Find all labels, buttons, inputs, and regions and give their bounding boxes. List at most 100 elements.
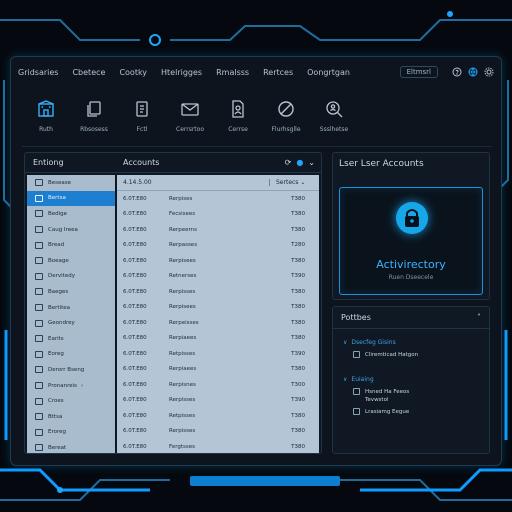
tool-search-user[interactable]: Ssslhetse [310,92,358,133]
folder-icon [35,272,43,280]
folder-icon [35,428,43,436]
chevron-up-icon[interactable]: ˄ [477,313,481,322]
user-chip[interactable]: Eltmsrl [399,66,438,78]
menu-item-7[interactable]: Oongrtgan [307,68,350,77]
browser-header: Entiong Accounts ⟳ ● ⌄ [25,153,321,173]
tree-item[interactable]: Bread [27,237,115,253]
column-date[interactable]: 4.14.5.00 [117,179,163,186]
tree-item-label: Eoreg [48,351,64,358]
tree-item[interactable]: Eoreg [27,347,115,363]
tree-item[interactable]: Earits [27,331,115,347]
menu-item-3[interactable]: Cootky [119,68,147,77]
help-icon[interactable] [452,67,462,77]
globe-icon[interactable] [468,67,478,77]
table-row[interactable]: 6.0T.E80 Rerpeerns T380 [117,222,319,238]
section-title[interactable]: ∨ Euiaing [343,376,479,383]
property-item[interactable]: Cliremticad Hatgon [343,351,479,358]
properties-section-2: ∨ Euiaing Hsned Ha Feeos Tevwstol Lrasiam… [333,376,489,415]
cell-code: T380 [291,226,305,233]
cell-date: 6.0T.E80 [123,412,147,419]
property-item[interactable]: Lrasiamg Eegue [343,408,479,415]
tree-item[interactable]: Bereat [27,440,115,453]
table-row[interactable]: 6.0T.E80 Rerpiaees T380 [117,362,319,378]
tool-block[interactable]: Flurhsglle [262,92,310,133]
tree-item[interactable]: Besease [27,175,115,191]
menu-item-1[interactable]: Gridsaries [18,68,58,77]
tool-document[interactable]: Fctl [118,92,166,133]
tree-item-label: Croes [48,398,64,405]
tree-item[interactable]: Derorr Bseng [27,362,115,378]
tree-item[interactable]: Geondrey [27,315,115,331]
tree-item[interactable]: Caug Ireea [27,222,115,238]
cell-date: 6.0T.E80 [123,381,147,388]
document-icon [131,98,153,120]
tree-item-label: Bedige [48,210,68,217]
table-row[interactable]: 6.0T.E80 Rerpeisses T380 [117,315,319,331]
menu-item-4[interactable]: Htelrigges [161,68,202,77]
cell-code: T380 [291,211,305,218]
table-row[interactable]: 6.0T.E80 Fecsisees T380 [117,207,319,223]
tree-item[interactable]: Bttsa [27,409,115,425]
table-row[interactable]: 6.0T.E80 Rerpisees T380 [117,300,319,316]
tool-mail[interactable]: Cerrsrtoo [166,92,214,133]
table-row[interactable]: 6.0T.E80 Rerpiaees T380 [117,331,319,347]
active-directory-card[interactable]: Activirectory Ruen Dseecele [339,187,483,295]
table-row[interactable]: 6.0T.E80 Rerpisees T380 [117,253,319,269]
chevron-down-icon[interactable]: ⌄ [308,158,315,167]
tree-item-label: Boeage [48,257,69,264]
section-title[interactable]: ∨ Dsecfeg Gisins [343,339,479,346]
cell-code: T380 [291,428,305,435]
table-row[interactable]: 6.0T.E80 Retpisses T380 [117,408,319,424]
search-user-icon [323,98,345,120]
card-subtitle: Ruen Dseecele [388,274,434,281]
table-row[interactable]: 6.0T.E80 Retpisses T390 [117,346,319,362]
tool-file-user[interactable]: Cerrse [214,92,262,133]
cell-code: T380 [291,335,305,342]
checkbox-icon [353,388,360,395]
tree-item[interactable]: Baeges [27,284,115,300]
mail-icon [179,98,201,120]
tree-item-label: Bertitea [48,304,71,311]
tree-item[interactable]: Bertitea [27,300,115,316]
tree-item[interactable]: Eroreg [27,425,115,441]
folder-icon [35,444,43,452]
tree-item[interactable]: Dervitedy [27,269,115,285]
table-row[interactable]: 6.0T.E80 Retnerses T390 [117,269,319,285]
tree-item[interactable]: Bedige [27,206,115,222]
cell-code: T390 [291,273,305,280]
tree-item[interactable]: Pronanreis › [27,378,115,394]
chevron-down-icon: ∨ [343,339,348,346]
cell-date: 6.0T.E80 [123,366,147,373]
cell-code: T380 [291,412,305,419]
tool-label: Cerrse [228,126,248,133]
tree-item[interactable]: Croes [27,393,115,409]
globe-icon[interactable]: ● [296,158,303,167]
column-sort[interactable]: Sertecs ⌄ [269,179,319,186]
table-row[interactable]: 6.0T.E80 Rerpisnes T300 [117,377,319,393]
cell-code: T300 [291,381,305,388]
refresh-icon[interactable]: ⟳ [285,158,292,167]
menu-item-6[interactable]: Rertces [263,68,293,77]
toolbar: Ruth Rbsosess Fctl Cerrsrtoo Cerrse Flur… [22,92,492,142]
table-row[interactable]: 6.0T.E80 Rerpisses T380 [117,284,319,300]
property-item[interactable]: Hsned Ha Feeos [343,388,479,395]
tree-item[interactable]: Bertsa [27,190,115,207]
cell-date: 6.0T.E80 [123,226,147,233]
cell-date: 6.0T.E80 [123,304,147,311]
folder-icon [35,194,43,202]
table-row[interactable]: 6.0T.E80 Rerpasses T280 [117,238,319,254]
tool-building[interactable]: Ruth [22,92,70,133]
folder-tree: Besease Bertsa Bedige Caug Ireea Bread Boeage… [27,175,115,453]
menu-item-2[interactable]: Cbetece [72,68,105,77]
table-row[interactable]: 6.0T.E80 Fergtsses T380 [117,439,319,453]
table-row[interactable]: 6.0T.E80 Rerpisses T390 [117,393,319,409]
card-title: Activirectory [376,258,446,271]
header-icons: ⟳ ● ⌄ [280,158,321,167]
table-row[interactable]: 6.0T.E80 Rerpisses T380 [117,424,319,440]
settings-icon[interactable] [484,67,494,77]
tree-item[interactable]: Boeage [27,253,115,269]
menu-item-5[interactable]: Rmalsss [216,68,249,77]
tool-copy[interactable]: Rbsosess [70,92,118,133]
property-item[interactable]: Tevwstol [343,397,479,403]
table-row[interactable]: 6.0T.E80 Rerpises T380 [117,191,319,207]
